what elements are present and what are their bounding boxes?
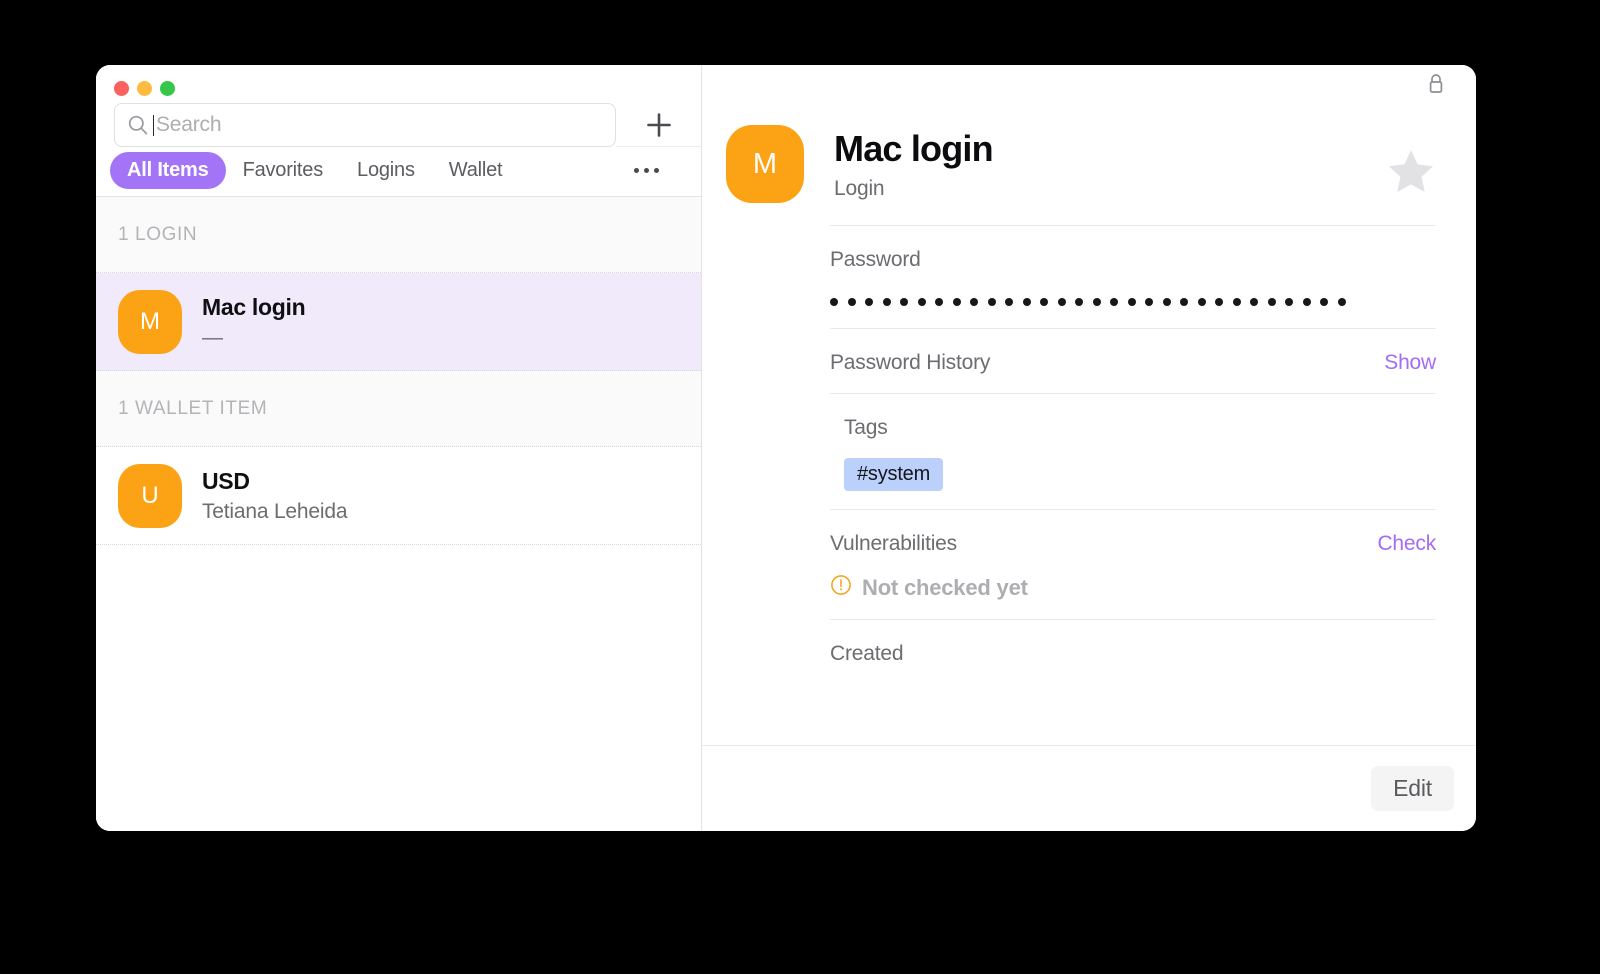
text-cursor (153, 115, 154, 136)
tag-list: #system (844, 458, 1436, 491)
password-dot (1303, 298, 1311, 306)
password-dot (1110, 298, 1118, 306)
screen: Search All Items Favorites Logins Wal (0, 0, 1600, 974)
favorite-button[interactable] (1386, 147, 1436, 200)
password-dot (1023, 298, 1031, 306)
password-dot (883, 298, 891, 306)
field-label-tags: Tags (844, 416, 888, 440)
list-item-title: USD (202, 468, 347, 495)
detail-titles: Mac login Login (834, 130, 993, 201)
warning-circle-icon (830, 574, 852, 601)
avatar: M (118, 290, 182, 354)
list-item-subtitle: — (202, 326, 305, 350)
password-dot (1040, 298, 1048, 306)
password-dot (1075, 298, 1083, 306)
tab-all-items[interactable]: All Items (110, 152, 226, 189)
lock-bar (702, 65, 1476, 107)
ellipsis-icon (634, 168, 639, 173)
password-dot (1233, 298, 1241, 306)
field-created: Created (830, 619, 1436, 684)
detail-header: M Mac login Login (702, 107, 1476, 203)
field-label-vulnerabilities: Vulnerabilities (830, 532, 957, 556)
password-dot (1285, 298, 1293, 306)
detail-fields: Password Password History Show Tags (702, 225, 1476, 684)
detail-avatar: M (726, 125, 804, 203)
password-dot (918, 298, 926, 306)
search-row: Search (96, 87, 701, 145)
ellipsis-icon (644, 168, 649, 173)
password-dot (830, 298, 838, 306)
password-dot (1005, 298, 1013, 306)
ellipsis-icon (654, 168, 659, 173)
edit-button[interactable]: Edit (1371, 766, 1454, 811)
password-dot (848, 298, 856, 306)
list-item-title: Mac login (202, 294, 305, 321)
password-dot (970, 298, 978, 306)
list-item-text: Mac login — (202, 294, 305, 350)
password-dot (1128, 298, 1136, 306)
password-dot (1320, 298, 1328, 306)
field-password: Password (830, 225, 1436, 328)
password-masked-value[interactable] (830, 294, 1436, 310)
add-item-cell (616, 103, 701, 147)
detail-footer: Edit (702, 745, 1476, 831)
password-dot (1268, 298, 1276, 306)
search-field-wrapper: Search (114, 103, 616, 145)
plus-icon (644, 110, 674, 140)
field-label-password-history: Password History (830, 351, 990, 375)
sidebar: Search All Items Favorites Logins Wal (96, 65, 702, 831)
field-label-created: Created (830, 642, 903, 666)
tab-logins[interactable]: Logins (340, 152, 432, 189)
search-placeholder: Search (156, 113, 221, 137)
avatar: U (118, 464, 182, 528)
vulnerability-status-text: Not checked yet (862, 575, 1028, 601)
password-dot (1198, 298, 1206, 306)
star-icon (1386, 147, 1436, 195)
add-item-button[interactable] (642, 108, 676, 142)
filter-tabs: All Items Favorites Logins Wallet (96, 145, 701, 197)
password-dot (865, 298, 873, 306)
password-dot (988, 298, 996, 306)
password-dot (900, 298, 908, 306)
password-dot (1058, 298, 1066, 306)
check-vulnerabilities-link[interactable]: Check (1377, 532, 1436, 556)
password-dot (1093, 298, 1101, 306)
more-tabs-button[interactable] (628, 158, 665, 183)
field-tags: Tags #system (830, 393, 1436, 509)
detail-body: M Mac login Login Password (702, 107, 1476, 745)
show-password-history-link[interactable]: Show (1384, 351, 1436, 375)
field-password-history: Password History Show (830, 328, 1436, 393)
list-item[interactable]: U USD Tetiana Leheida (96, 447, 701, 545)
tab-wallet[interactable]: Wallet (432, 152, 520, 189)
search-input[interactable]: Search (114, 103, 616, 147)
list-item-text: USD Tetiana Leheida (202, 468, 347, 524)
item-list: 1 LOGIN M Mac login — 1 WALLET ITEM U US… (96, 197, 701, 831)
lock-icon[interactable] (1426, 72, 1446, 101)
item-type-label: Login (834, 177, 993, 201)
password-dot (1145, 298, 1153, 306)
window-controls (96, 65, 701, 87)
password-dot (935, 298, 943, 306)
field-label-password: Password (830, 248, 921, 272)
password-dot (1180, 298, 1188, 306)
section-header-logins: 1 LOGIN (96, 197, 701, 273)
field-vulnerabilities: Vulnerabilities Check Not (830, 509, 1436, 619)
tag-chip[interactable]: #system (844, 458, 943, 491)
password-dot (1250, 298, 1258, 306)
list-item[interactable]: M Mac login — (96, 273, 701, 371)
vulnerability-status: Not checked yet (830, 574, 1436, 601)
detail-panel: M Mac login Login Password (702, 65, 1476, 831)
list-item-subtitle: Tetiana Leheida (202, 500, 347, 524)
page-title: Mac login (834, 130, 993, 168)
password-dot (953, 298, 961, 306)
password-dot (1338, 298, 1346, 306)
password-dot (1215, 298, 1223, 306)
tab-favorites[interactable]: Favorites (226, 152, 340, 189)
section-header-wallet: 1 WALLET ITEM (96, 371, 701, 447)
password-dot (1163, 298, 1171, 306)
search-icon (127, 114, 149, 136)
app-window: Search All Items Favorites Logins Wal (96, 65, 1476, 831)
